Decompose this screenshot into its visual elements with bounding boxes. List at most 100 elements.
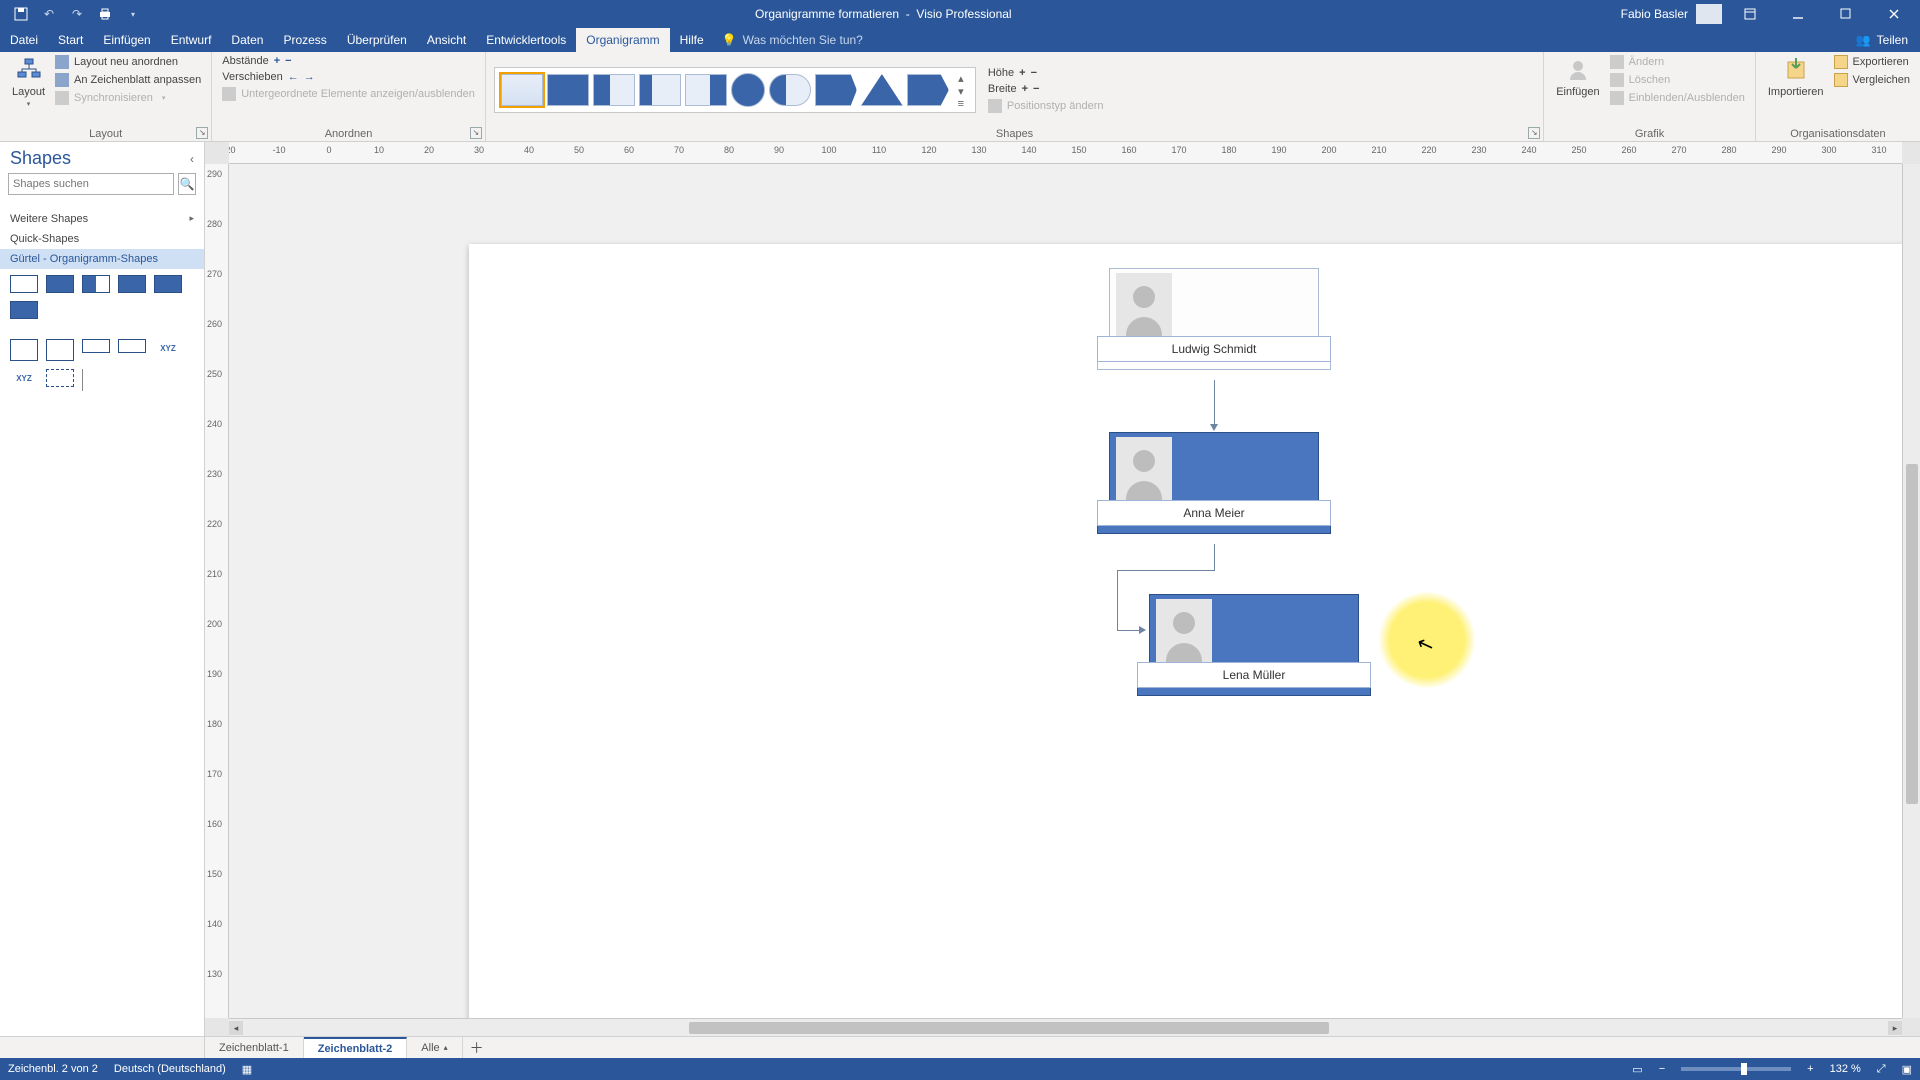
status-language[interactable]: Deutsch (Deutschland) [114, 1063, 226, 1075]
connector[interactable] [1117, 570, 1215, 571]
page-tab-2[interactable]: Zeichenblatt-2 [304, 1037, 408, 1058]
quick-shapes-link[interactable]: Quick-Shapes [0, 229, 204, 249]
account-avatar[interactable] [1696, 4, 1722, 24]
spacing-decrease-button[interactable]: − [285, 55, 291, 67]
zoom-out-button[interactable]: − [1659, 1063, 1665, 1075]
ruler-vertical[interactable]: 2902802702602502402302202102001901801701… [205, 164, 229, 1018]
stencil-shape[interactable] [82, 339, 110, 353]
more-shapes-link[interactable]: Weitere Shapes [0, 209, 204, 229]
page-tab-all[interactable]: Alle [407, 1037, 462, 1058]
spacing-increase-button[interactable]: + [274, 55, 280, 67]
export-button[interactable]: Exportieren [1832, 54, 1913, 70]
stencil-shape[interactable] [82, 275, 110, 293]
full-screen-button[interactable]: ▣ [1902, 1063, 1912, 1076]
scroll-right-button[interactable]: ▸ [1888, 1021, 1902, 1035]
minimize-button[interactable] [1778, 0, 1818, 28]
move-right-button[interactable]: → [304, 71, 315, 83]
macro-recorder-button[interactable]: ▦ [242, 1063, 252, 1076]
fit-page-button[interactable]: ⤢ [1877, 1063, 1886, 1076]
drawing-canvas[interactable]: Ludwig Schmidt Anna Meier [229, 164, 1902, 1018]
height-control[interactable]: Höhe+− [986, 66, 1106, 80]
undo-button[interactable]: ↶ [36, 0, 62, 28]
stencil-shape[interactable] [10, 301, 38, 319]
connector[interactable] [1117, 630, 1141, 631]
print-button[interactable] [92, 0, 118, 28]
tab-entwicklertools[interactable]: Entwicklertools [476, 28, 576, 52]
org-node-lena[interactable]: Lena Müller [1149, 594, 1359, 696]
width-increase-button[interactable]: + [1022, 83, 1028, 95]
stencil-shape[interactable] [82, 369, 84, 391]
layout-button[interactable]: Layout ▾ [8, 54, 49, 110]
stencil-shape[interactable]: XYZ [154, 339, 182, 357]
add-page-button[interactable]: ＋ [463, 1037, 491, 1058]
shape-style-3[interactable] [593, 74, 635, 106]
org-node-ludwig[interactable]: Ludwig Schmidt [1109, 268, 1319, 370]
shape-style-2[interactable] [547, 74, 589, 106]
import-button[interactable]: Importieren [1764, 54, 1828, 100]
zoom-slider-thumb[interactable] [1741, 1063, 1747, 1075]
insert-picture-button[interactable]: Einfügen [1552, 54, 1603, 100]
shape-style-7[interactable] [769, 74, 811, 106]
spacing-control[interactable]: Abstände + − [220, 54, 477, 68]
layout-dialog-launcher[interactable]: ↘ [196, 127, 208, 139]
stencil-shape[interactable] [118, 275, 146, 293]
shape-style-10[interactable] [907, 74, 949, 106]
share-button[interactable]: 👥 Teilen [1844, 28, 1920, 52]
ribbon-display-options-button[interactable] [1730, 0, 1770, 28]
stencil-shape[interactable] [118, 339, 146, 353]
stencil-shape[interactable] [10, 275, 38, 293]
height-decrease-button[interactable]: − [1031, 67, 1037, 79]
width-decrease-button[interactable]: − [1033, 83, 1039, 95]
tab-datei[interactable]: Datei [0, 28, 48, 52]
tell-me-search[interactable]: 💡 Was möchten Sie tun? [714, 28, 871, 52]
tab-ueberpruefen[interactable]: Überprüfen [337, 28, 417, 52]
tab-daten[interactable]: Daten [221, 28, 273, 52]
shape-style-8[interactable] [815, 74, 857, 106]
zoom-in-button[interactable]: + [1807, 1063, 1813, 1075]
stencil-guertel-organigramm[interactable]: Gürtel - Organigramm-Shapes [0, 249, 204, 269]
presentation-mode-button[interactable]: ▭ [1632, 1063, 1642, 1076]
fit-to-page-button[interactable]: An Zeichenblatt anpassen [53, 72, 203, 88]
shapes-search-input[interactable] [8, 173, 174, 195]
move-left-button[interactable]: ← [288, 71, 299, 83]
save-button[interactable] [8, 0, 34, 28]
stencil-shape[interactable] [10, 339, 38, 361]
shape-style-4[interactable] [639, 74, 681, 106]
shape-style-6[interactable] [731, 73, 765, 107]
drawing-page[interactable]: Ludwig Schmidt Anna Meier [469, 244, 1902, 1018]
shapes-dialog-launcher[interactable]: ↘ [1528, 127, 1540, 139]
connector[interactable] [1117, 570, 1118, 630]
tab-organigramm[interactable]: Organigramm [576, 28, 669, 52]
tab-prozess[interactable]: Prozess [273, 28, 336, 52]
tab-entwurf[interactable]: Entwurf [161, 28, 222, 52]
width-control[interactable]: Breite+− [986, 82, 1106, 96]
tab-ansicht[interactable]: Ansicht [417, 28, 476, 52]
move-control[interactable]: Verschieben ← → [220, 70, 477, 84]
tab-hilfe[interactable]: Hilfe [670, 28, 714, 52]
redo-button[interactable]: ↷ [64, 0, 90, 28]
account-name[interactable]: Fabio Basler [1621, 7, 1688, 21]
ruler-horizontal[interactable]: -20-100102030405060708090100110120130140… [229, 142, 1902, 164]
stencil-shape[interactable]: XYZ [10, 369, 38, 387]
arrange-dialog-launcher[interactable]: ↘ [470, 127, 482, 139]
shapes-search-button[interactable]: 🔍 [178, 173, 196, 195]
tab-start[interactable]: Start [48, 28, 93, 52]
connector[interactable] [1214, 380, 1215, 426]
tab-einfuegen[interactable]: Einfügen [93, 28, 160, 52]
stencil-shape[interactable] [46, 339, 74, 361]
maximize-button[interactable] [1826, 0, 1866, 28]
qat-customize-button[interactable]: ▾ [120, 0, 146, 28]
close-button[interactable] [1874, 0, 1914, 28]
compare-button[interactable]: Vergleichen [1832, 72, 1913, 88]
gallery-more-button[interactable]: ▴▾≡ [953, 72, 969, 108]
status-page[interactable]: Zeichenbl. 2 von 2 [8, 1063, 98, 1075]
shape-style-1[interactable] [501, 74, 543, 106]
zoom-slider[interactable] [1681, 1067, 1791, 1071]
horizontal-scrollbar[interactable]: ◂ ▸ [229, 1018, 1902, 1036]
scroll-thumb[interactable] [1906, 464, 1918, 804]
stencil-shape[interactable] [46, 369, 74, 387]
scroll-thumb[interactable] [689, 1022, 1329, 1034]
shape-style-gallery[interactable]: ▴▾≡ [494, 67, 976, 113]
stencil-shape[interactable] [46, 275, 74, 293]
org-node-anna[interactable]: Anna Meier [1109, 432, 1319, 534]
